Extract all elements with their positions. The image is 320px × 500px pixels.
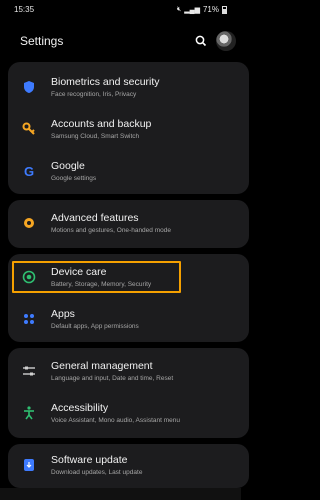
item-subtitle: Language and input, Date and time, Reset [51, 375, 174, 382]
item-title: Accounts and backup [51, 118, 152, 130]
device-care-highlight-box [12, 261, 181, 293]
software-update-item[interactable]: Software update Download updates, Last u… [8, 446, 241, 486]
item-title: General management [51, 360, 153, 372]
battery-icon [222, 5, 227, 14]
status-bar: 15:35 🔇︎ ▂▄▆ 71% [0, 0, 241, 18]
advanced-features-item[interactable]: Advanced features Motions and gestures, … [8, 204, 241, 244]
page-title: Settings [20, 34, 64, 48]
google-item[interactable]: G Google Google settings [8, 152, 241, 192]
item-subtitle: Download updates, Last update [51, 469, 143, 476]
item-subtitle: Google settings [51, 175, 97, 182]
status-time: 15:35 [14, 5, 35, 14]
settings-group-security: Biometrics and security Face recognition… [8, 62, 249, 194]
software-update-icon [21, 457, 37, 473]
accessibility-item[interactable]: Accessibility Voice Assistant, Mono audi… [8, 394, 241, 434]
status-icons: 🔇︎ ▂▄▆ 71% [177, 5, 227, 14]
item-title: Biometrics and security [51, 76, 160, 88]
item-subtitle: Motions and gestures, One-handed mode [51, 227, 171, 234]
general-management-item[interactable]: General management Language and input, D… [8, 352, 241, 392]
sliders-icon [21, 363, 37, 379]
settings-group-general: General management Language and input, D… [8, 348, 249, 438]
item-subtitle: Samsung Cloud, Smart Switch [51, 133, 140, 140]
item-subtitle: Default apps, App permissions [51, 323, 139, 330]
header: Settings [0, 28, 241, 56]
settings-group-update: Software update Download updates, Last u… [8, 444, 249, 488]
signal-icon: ▂▄▆ [184, 6, 200, 14]
profile-avatar[interactable] [216, 31, 236, 51]
settings-group-advanced: Advanced features Motions and gestures, … [8, 200, 249, 248]
item-title: Apps [51, 308, 75, 320]
apps-grid-icon [21, 311, 37, 327]
item-subtitle: Face recognition, Iris, Privacy [51, 91, 137, 98]
gear-plus-icon [21, 215, 37, 231]
google-icon: G [23, 163, 35, 179]
accounts-and-backup-item[interactable]: Accounts and backup Samsung Cloud, Smart… [8, 110, 241, 150]
accessibility-icon [21, 405, 37, 421]
key-icon [21, 121, 37, 137]
item-title: Software update [51, 454, 128, 466]
battery-percent: 71% [202, 5, 219, 14]
item-title: Google [51, 160, 85, 172]
mute-icon: 🔇︎ [176, 5, 182, 13]
item-title: Advanced features [51, 212, 139, 224]
biometrics-and-security-item[interactable]: Biometrics and security Face recognition… [8, 68, 241, 108]
search-icon[interactable] [194, 34, 208, 48]
item-title: Accessibility [51, 402, 109, 414]
apps-item[interactable]: Apps Default apps, App permissions [8, 300, 241, 340]
item-subtitle: Voice Assistant, Mono audio, Assistant m… [51, 417, 180, 424]
shield-icon [21, 79, 37, 95]
bottom-nav-bar [0, 488, 241, 500]
